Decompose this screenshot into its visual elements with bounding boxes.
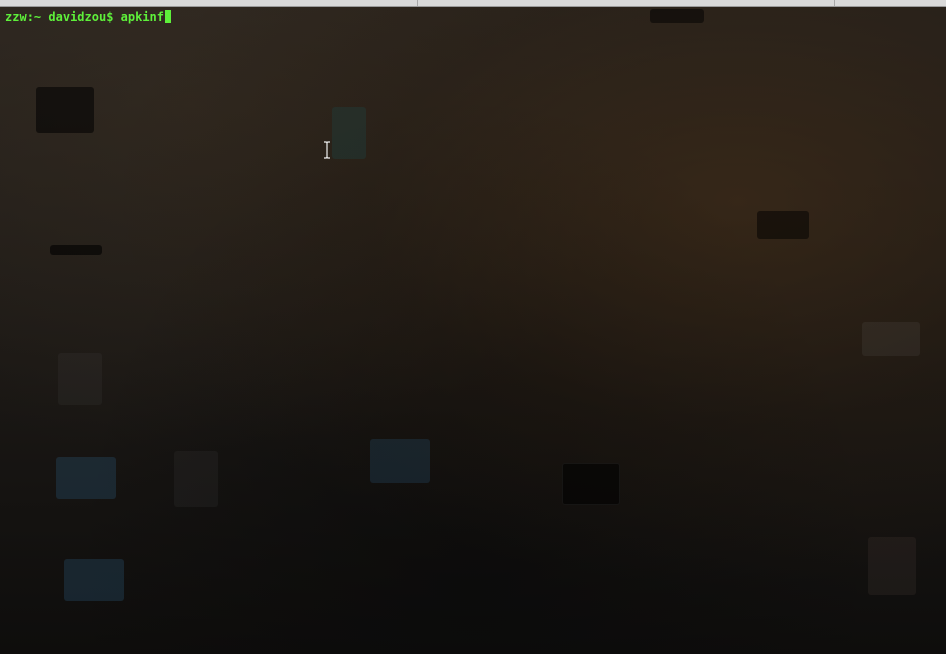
text-cursor-block [165,10,172,23]
background-desktop-icon [757,211,809,239]
background-desktop-icon [868,537,916,595]
terminal-tab-strip [0,0,946,7]
background-desktop-icon [58,353,102,405]
background-desktop-icon [64,559,124,601]
background-desktop-icon [650,9,704,23]
prompt-host: zzw [5,10,27,24]
prompt-user: davidzou [48,10,107,24]
tab-divider [417,0,418,6]
prompt-cwd: ~ [33,10,42,24]
prompt-symbol: $ [106,10,114,24]
background-desktop-icon [36,87,94,133]
terminal-window[interactable]: zzw:~ davidzou$ apkinf [0,7,946,654]
background-desktop-icon [562,463,620,505]
command-prompt-line[interactable]: zzw:~ davidzou$ apkinf [5,10,172,25]
background-desktop-icon [862,322,920,356]
background-desktop-icon [332,107,366,159]
background-desktop-icon [50,245,102,255]
background-desktop-icon [56,457,116,499]
typed-command[interactable]: apkinf [121,10,164,24]
background-desktop-icon [174,451,218,507]
tab-divider [834,0,835,6]
text-cursor-ibeam-icon [324,141,330,159]
background-desktop-icon [370,439,430,483]
